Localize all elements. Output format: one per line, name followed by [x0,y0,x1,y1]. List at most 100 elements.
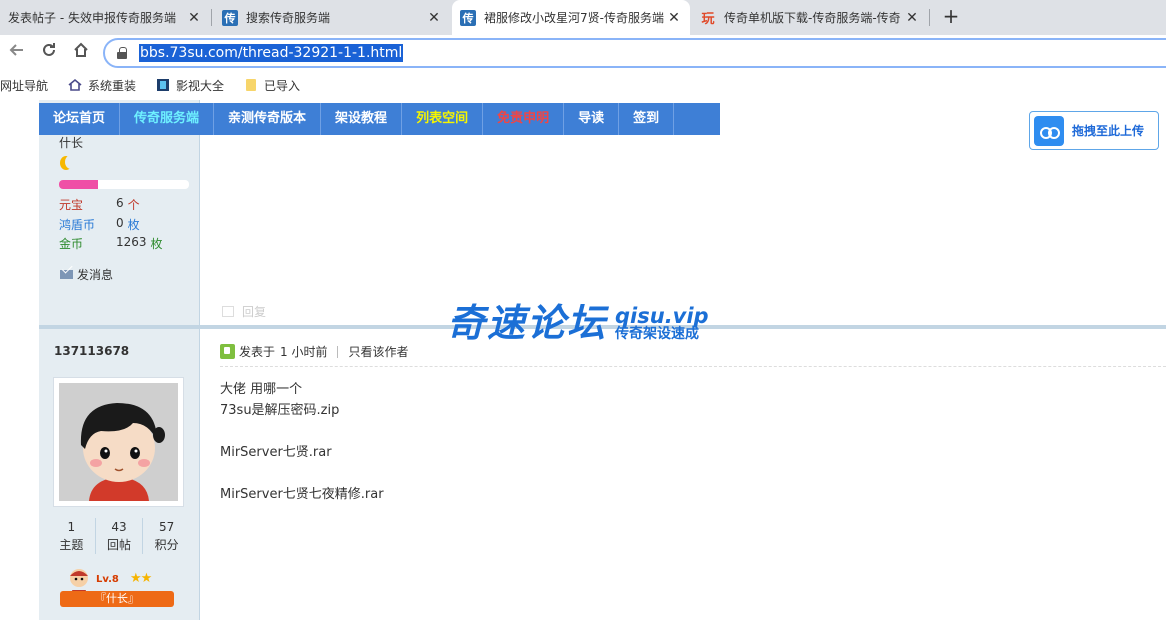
bookmarks-bar: 网址导航 系统重装 影视大全 已导入 [0,70,1166,100]
nav-home[interactable]: 论坛首页 [39,103,121,135]
nav-versions[interactable]: 亲测传奇版本 [214,103,322,135]
stat-label: 积分 [154,538,179,552]
browser-toolbar: bbs.73su.com/thread-32921-1-1.html [0,35,1166,70]
lock-icon [117,47,127,59]
nav-checkin[interactable]: 签到 [619,103,675,135]
star-icon: ★★ [130,571,152,586]
stat-key: 鸿盾币 [59,218,96,232]
tab-title: 搜索传奇服务端 [246,11,331,25]
reply-icon [222,306,234,317]
stat-row-hongdun: 鸿盾币 0 枚 [59,216,140,233]
stat-key: 金币 [59,237,84,251]
post-author-name[interactable]: 137113678 [54,344,129,358]
nav-disclaimer[interactable]: 免责申明 [483,103,565,135]
level-progress-fill [59,180,98,189]
mail-icon [60,270,73,279]
rank-plate: 『什长』 [60,591,174,607]
bookmark-video[interactable]: 影视大全 [156,77,224,94]
tab-divider [929,9,930,26]
posted-time: 1 小时前 [280,345,328,359]
url-text[interactable]: bbs.73su.com/thread-32921-1-1.html [139,44,404,62]
game-favicon-icon: 玩 [701,12,715,27]
upload-label: 拖拽至此上传 [1072,124,1145,138]
reply-label: 回复 [242,305,267,319]
watermark-slogan: 传奇架设速成 [615,326,700,342]
bookmark-label: 已导入 [264,78,301,93]
tab-divider [211,9,212,26]
tab-title: 发表帖子 - 失效申报传奇服务端 [8,11,176,25]
post-meta: 发表于 1 小时前 只看该作者 [220,343,408,360]
home-icon [68,78,82,92]
stat-value: 6 [116,196,124,210]
post-line: 大佬 用哪一个 [220,382,303,397]
post-line [220,421,384,442]
avatar-cartoon-boy-icon [59,383,178,501]
address-bar[interactable]: bbs.73su.com/thread-32921-1-1.html [103,38,1166,68]
post-line: MirServer七贤.rar [220,445,332,460]
stat-key: 元宝 [59,198,84,212]
bookmark-label: 网址导航 [0,78,49,93]
site-watermark-logo: 奇速论坛 qisu.vip 传奇架设速成 [447,293,709,343]
stat-threads[interactable]: 1 主题 [48,518,96,554]
user-rank: 什长 [59,136,84,150]
browser-tab-1[interactable]: 发表帖子 - 失效申报传奇服务端 ✕ [0,0,210,35]
bookmark-label: 影视大全 [176,78,225,93]
browser-tab-bar: 发表帖子 - 失效申报传奇服务端 ✕ 传 搜索传奇服务端 ✕ 传 裙服修改小改星… [0,0,1166,35]
tab-title: 裙服修改小改星河7贤-传奇服务端 [484,11,664,25]
send-message-label: 发消息 [77,268,114,282]
close-icon[interactable]: ✕ [904,10,920,26]
author-stats: 1 主题 43 回帖 57 积分 [48,518,190,554]
posted-label: 发表于 [239,345,276,359]
nav-guide[interactable]: 导读 [564,103,620,135]
stat-value: 1 [67,520,76,534]
nav-tutorials[interactable]: 架设教程 [321,103,403,135]
stat-value: 0 [116,216,124,230]
drag-upload-button[interactable]: 拖拽至此上传 [1029,111,1159,150]
stat-replies[interactable]: 43 回帖 [96,518,144,554]
new-tab-button[interactable]: + [940,6,962,28]
post-line: MirServer七贤七夜精修.rar [220,487,384,502]
moon-icon [60,155,77,170]
post-meta-divider [220,366,1166,367]
stat-points[interactable]: 57 积分 [143,518,190,554]
browser-tab-4[interactable]: 玩 传奇单机版下载-传奇服务端-传奇 ✕ [692,0,928,35]
stat-value: 1263 [116,235,147,249]
watermark-text-stack: qisu.vip 传奇架设速成 [615,304,709,343]
level-progress [59,180,189,189]
post-line: 73su是解压密码.zip [220,403,340,418]
forum-nav: 论坛首页 传奇服务端 亲测传奇版本 架设教程 列表空间 免责申明 导读 签到 [39,103,720,135]
bookmark-reinstall[interactable]: 系统重装 [68,77,136,94]
level-tag: Lv.8 [96,574,119,585]
browser-tab-2[interactable]: 传 搜索传奇服务端 ✕ [214,0,450,35]
nav-server[interactable]: 传奇服务端 [120,103,215,135]
back-arrow-icon[interactable] [5,41,29,65]
stat-unit: 枚 [150,237,163,251]
close-icon[interactable]: ✕ [186,10,202,26]
site-favicon-icon: 传 [460,9,476,26]
stat-row-yuanbao: 元宝 6 个 [59,196,140,213]
home-icon[interactable] [69,41,93,65]
stat-row-gold: 金币 1263 枚 [59,235,163,252]
folder-icon [244,78,258,92]
browser-tab-active[interactable]: 传 裙服修改小改星河7贤-传奇服务端 ✕ [452,0,690,35]
stat-unit: 枚 [127,218,140,232]
cloud-upload-icon [1034,115,1064,146]
stat-value: 43 [111,520,127,534]
send-message-link[interactable]: 发消息 [60,266,113,283]
watermark-title: 奇速论坛 [447,301,608,345]
avatar[interactable] [53,377,184,507]
tab-title: 传奇单机版下载-传奇服务端-传奇 [724,11,901,25]
meta-divider [337,345,339,358]
nav-list-space[interactable]: 列表空间 [402,103,484,135]
reply-link[interactable]: 回复 [222,303,266,320]
bookmark-imported[interactable]: 已导入 [244,77,300,94]
bookmark-nav[interactable]: 网址导航 [0,77,48,94]
film-icon [156,78,170,92]
close-icon[interactable]: ✕ [426,10,442,26]
stat-unit: 个 [127,198,140,212]
site-favicon-icon: 传 [222,9,238,26]
reload-icon[interactable] [37,41,61,65]
watermark-domain: qisu.vip [615,304,709,328]
only-author-link[interactable]: 只看该作者 [348,343,408,360]
close-icon[interactable]: ✕ [666,10,682,26]
